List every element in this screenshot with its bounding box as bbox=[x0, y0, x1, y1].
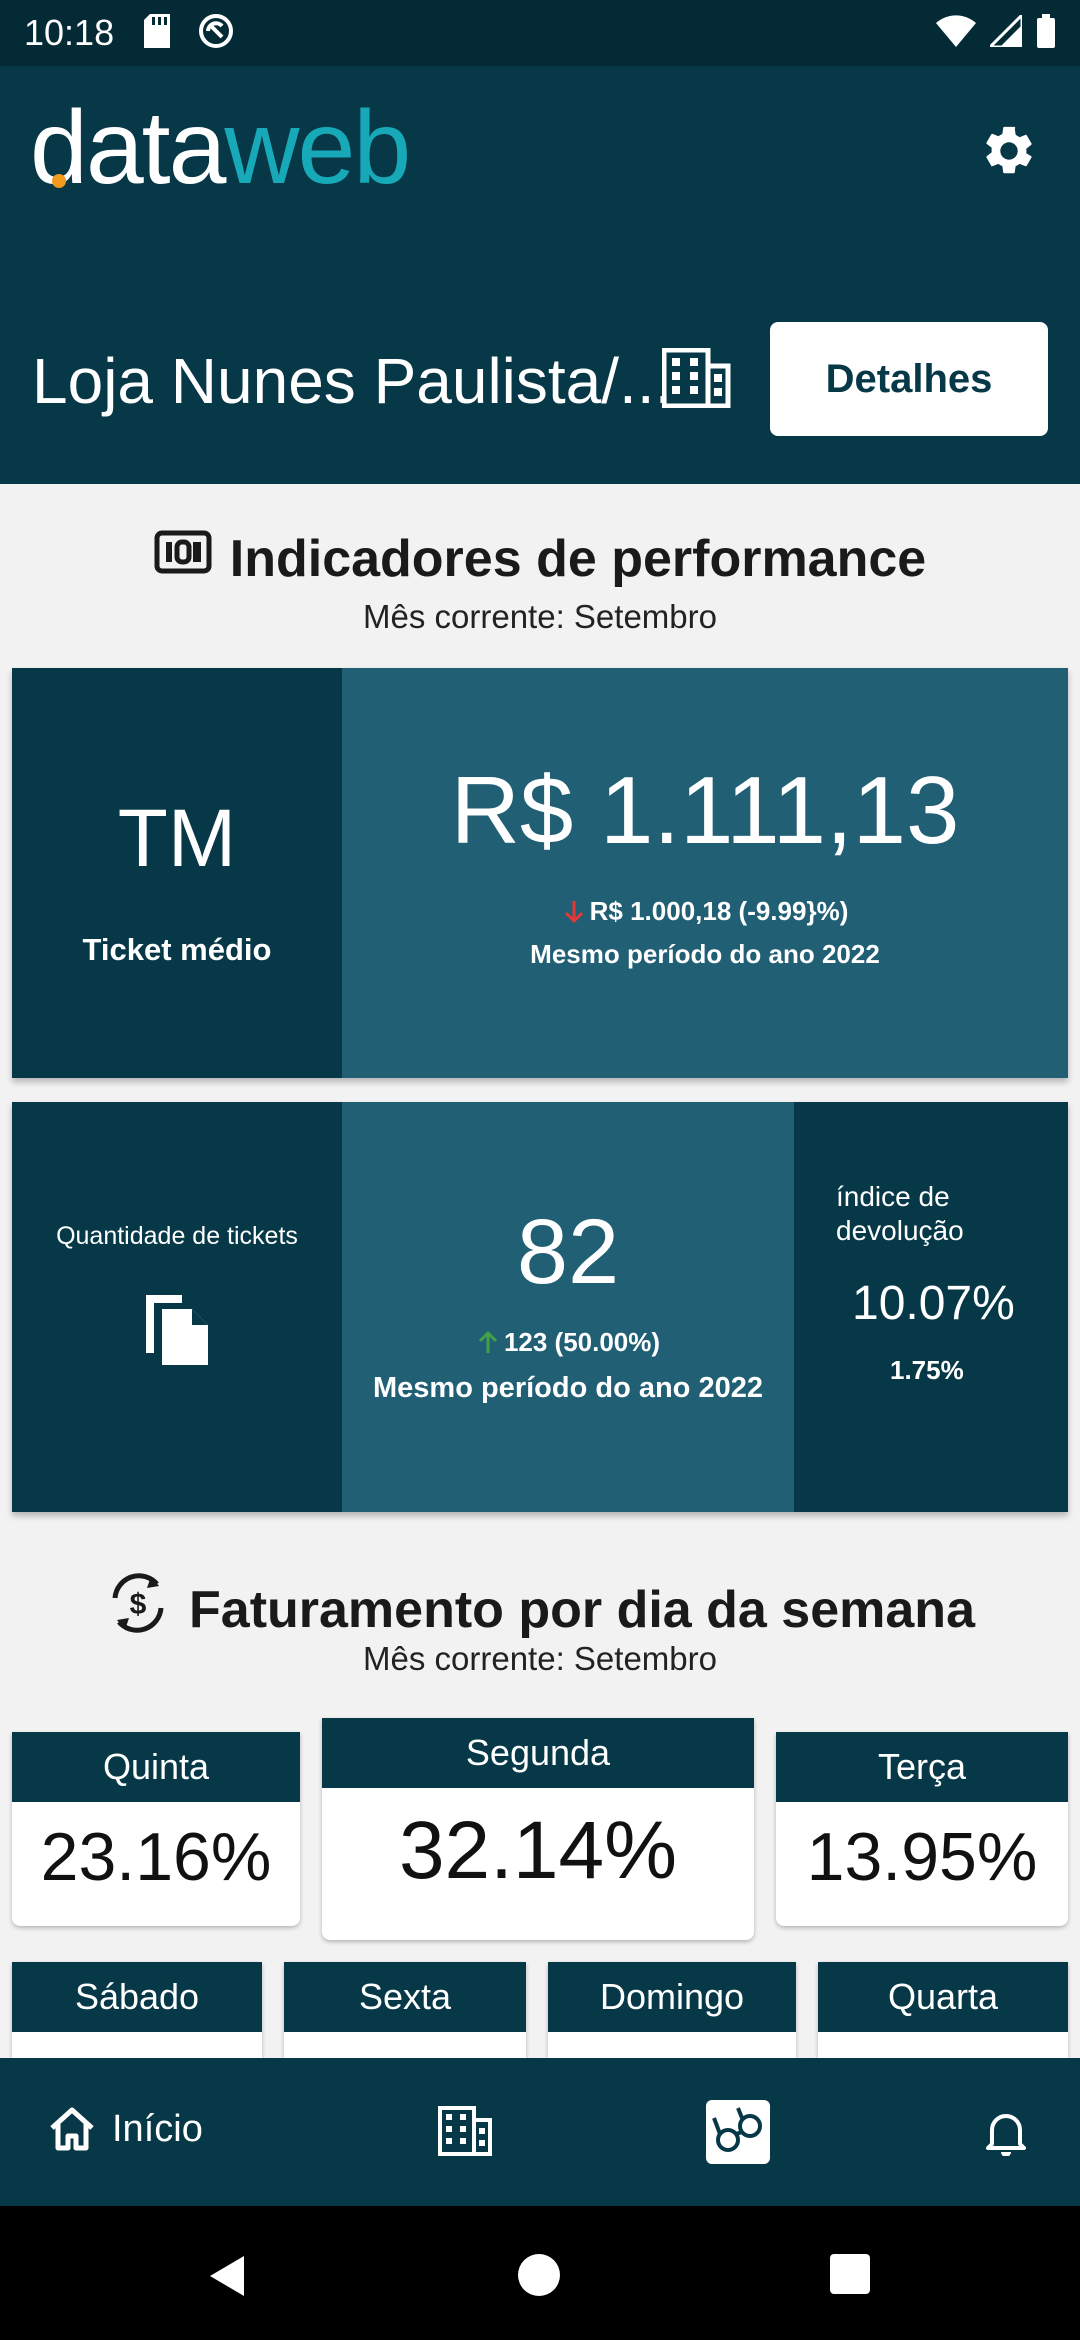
logo-dot bbox=[52, 174, 66, 188]
ticket-medio-label: Ticket médio bbox=[82, 932, 272, 967]
home-icon bbox=[50, 2107, 94, 2151]
weekday-card-segunda[interactable]: Segunda 32.14% bbox=[322, 1718, 754, 1940]
nav-stores[interactable] bbox=[438, 2106, 492, 2161]
dataweb-logo: dataweb bbox=[30, 96, 411, 200]
ticket-medio-card[interactable]: TM Ticket médio R$ 1.111,13 R$ 1.000,18 … bbox=[12, 668, 1068, 1078]
nav-home-label: Início bbox=[112, 2107, 203, 2150]
copy-icon bbox=[142, 1291, 212, 1372]
weekday-value: 23.16% bbox=[40, 1819, 272, 1895]
logo-part-data: data bbox=[30, 90, 226, 206]
ticket-medio-label-panel: TM Ticket médio bbox=[12, 668, 342, 1078]
weekday-name: Segunda bbox=[322, 1718, 754, 1788]
sd-card-icon bbox=[142, 13, 172, 53]
settings-button[interactable] bbox=[974, 116, 1044, 186]
quantidade-period: Mesmo período do ano 2022 bbox=[373, 1371, 763, 1404]
weekday-name: Domingo bbox=[548, 1962, 796, 2032]
bell-icon bbox=[986, 2114, 1026, 2157]
exchange-dollar-icon: $ bbox=[105, 1570, 171, 1649]
weekday-card-sexta[interactable]: Sexta bbox=[284, 1962, 526, 2058]
weekday-name: Sábado bbox=[12, 1962, 262, 2032]
performance-subtitle: Mês corrente: Setembro bbox=[363, 598, 717, 635]
faturamento-title-row: $ Faturamento por dia da semana bbox=[0, 1570, 1080, 1649]
arrow-down-icon bbox=[564, 900, 583, 923]
bottom-nav: Início bbox=[0, 2058, 1080, 2206]
nav-home[interactable]: Início bbox=[48, 2106, 203, 2152]
quantidade-tickets-card[interactable]: Quantidade de tickets 82 123 (50.00%) Me… bbox=[12, 1102, 1068, 1512]
home-button[interactable] bbox=[518, 2254, 560, 2296]
app-header: dataweb Loja Nunes Paulista/... Detalhes bbox=[0, 66, 1080, 484]
ticket-medio-value-panel: R$ 1.111,13 R$ 1.000,18 (-9.99}%) Mesmo … bbox=[342, 668, 1068, 1078]
faturamento-title: Faturamento por dia da semana bbox=[189, 1580, 975, 1639]
weekday-value: 13.95% bbox=[806, 1819, 1038, 1895]
quantidade-value: 82 bbox=[516, 1200, 620, 1303]
building-icon[interactable] bbox=[661, 347, 732, 413]
devolucao-sub: 1.75% bbox=[890, 1355, 964, 1385]
quantidade-label: Quantidade de tickets bbox=[56, 1222, 298, 1250]
quantidade-value-panel: 82 123 (50.00%) Mesmo período do ano 202… bbox=[342, 1102, 794, 1512]
system-nav-bar bbox=[0, 2206, 1080, 2340]
quantidade-compare-text: 123 (50.00%) bbox=[503, 1326, 661, 1357]
devolucao-label: índice de devolução bbox=[836, 1181, 964, 1246]
faturamento-subtitle: Mês corrente: Setembro bbox=[363, 1640, 717, 1677]
performance-title: Indicadores de performance bbox=[229, 529, 927, 588]
building-icon bbox=[438, 2106, 492, 2156]
weekday-card-sabado[interactable]: Sábado bbox=[12, 1962, 262, 2058]
wifi-icon bbox=[936, 14, 976, 52]
performance-title-row: Indicadores de performance bbox=[0, 528, 1080, 589]
status-bar: 10:18 bbox=[0, 0, 1080, 66]
ticket-medio-value: R$ 1.111,13 bbox=[450, 757, 960, 864]
weekday-name: Quarta bbox=[818, 1962, 1068, 2032]
weekday-card-quarta[interactable]: Quarta bbox=[818, 1962, 1068, 2058]
status-time: 10:18 bbox=[24, 12, 115, 53]
details-button[interactable]: Detalhes bbox=[770, 322, 1048, 436]
ticket-medio-compare: R$ 1.000,18 (-9.99}%) bbox=[562, 896, 849, 927]
quantidade-compare: 123 (50.00%) bbox=[476, 1327, 660, 1358]
weekday-name: Sexta bbox=[284, 1962, 526, 2032]
gear-icon bbox=[986, 126, 1032, 174]
money-bill-icon bbox=[154, 528, 212, 589]
no-disturb-icon bbox=[198, 13, 234, 54]
ticket-medio-abbr: TM bbox=[117, 793, 237, 884]
glasses-icon bbox=[712, 2107, 762, 2152]
nav-notifications[interactable] bbox=[986, 2110, 1026, 2161]
ticket-medio-compare-text: R$ 1.000,18 (-9.99}%) bbox=[589, 896, 849, 926]
quantidade-label-panel: Quantidade de tickets bbox=[12, 1102, 342, 1512]
ticket-medio-period: Mesmo período do ano 2022 bbox=[530, 939, 880, 969]
arrow-up-icon bbox=[478, 1330, 497, 1353]
devolucao-panel: índice de devolução 10.07% 1.75% bbox=[794, 1102, 1068, 1512]
weekday-card-domingo[interactable]: Domingo bbox=[548, 1962, 796, 2058]
store-name[interactable]: Loja Nunes Paulista/... bbox=[32, 344, 672, 418]
weekday-card-quinta[interactable]: Quinta 23.16% bbox=[12, 1732, 300, 1926]
svg-text:$: $ bbox=[130, 1588, 147, 1621]
weekday-name: Terça bbox=[776, 1732, 1068, 1802]
logo-part-web: web bbox=[224, 90, 411, 206]
back-button[interactable] bbox=[206, 2254, 246, 2303]
back-triangle-icon bbox=[210, 2256, 244, 2296]
weekday-card-terca[interactable]: Terça 13.95% bbox=[776, 1732, 1068, 1926]
nav-analytics[interactable] bbox=[706, 2100, 770, 2164]
devolucao-value: 10.07% bbox=[852, 1277, 1015, 1330]
weekday-name: Quinta bbox=[12, 1732, 300, 1802]
battery-icon bbox=[1036, 13, 1056, 53]
weekday-value: 32.14% bbox=[398, 1805, 678, 1896]
signal-icon bbox=[986, 10, 1024, 52]
recent-apps-button[interactable] bbox=[830, 2254, 870, 2294]
